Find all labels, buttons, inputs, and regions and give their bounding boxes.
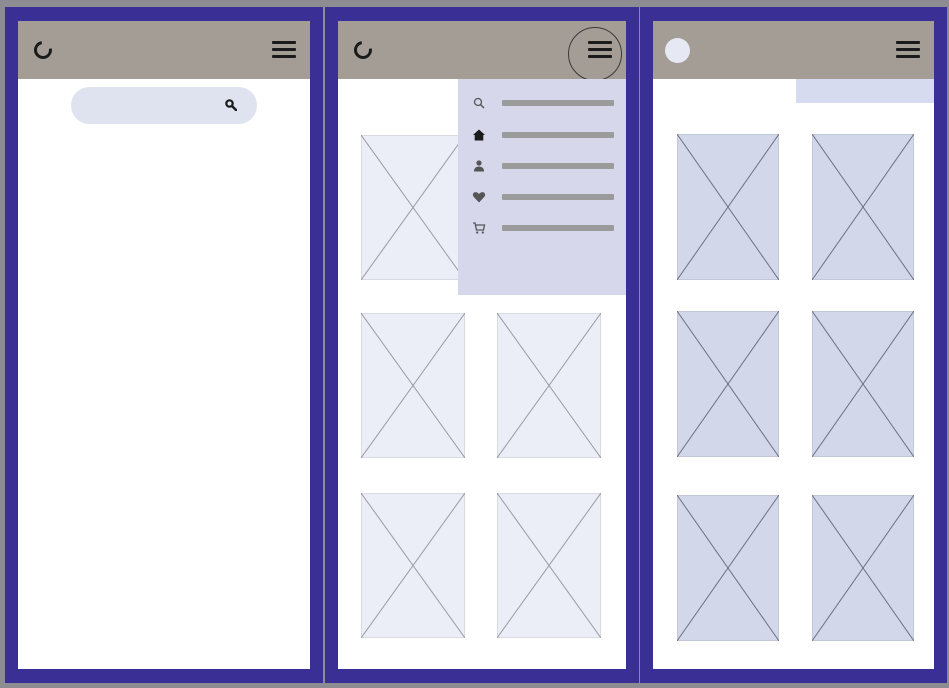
menu-item-cart[interactable]	[472, 221, 616, 235]
heart-icon	[472, 192, 486, 203]
image-placeholder[interactable]	[361, 493, 465, 638]
screen	[338, 21, 626, 669]
image-placeholder[interactable]	[812, 134, 914, 280]
cart-icon	[473, 222, 486, 234]
image-placeholder[interactable]	[812, 495, 914, 641]
home-icon	[473, 129, 485, 141]
hamburger-icon[interactable]	[272, 41, 296, 58]
menu-item-profile[interactable]	[472, 159, 616, 173]
loading-ring-icon[interactable]	[30, 37, 56, 63]
menu-item-label-bar	[502, 163, 614, 169]
search-input[interactable]	[85, 95, 219, 117]
app-header	[338, 21, 626, 81]
image-placeholder[interactable]	[812, 311, 914, 457]
loading-ring-icon[interactable]	[350, 37, 376, 63]
avatar[interactable]	[665, 38, 690, 63]
tab-strip[interactable]	[796, 79, 934, 103]
menu-item-label-bar	[502, 225, 614, 231]
image-placeholder[interactable]	[677, 311, 779, 457]
menu-item-search[interactable]	[472, 96, 616, 110]
search-bar[interactable]	[71, 87, 257, 124]
image-placeholder[interactable]	[677, 134, 779, 280]
menu-item-home[interactable]	[472, 128, 616, 142]
search-icon	[473, 97, 485, 109]
hamburger-icon[interactable]	[588, 41, 612, 58]
menu-item-label-bar	[502, 100, 614, 106]
image-placeholder[interactable]	[497, 313, 601, 458]
menu-item-favorites[interactable]	[472, 190, 616, 204]
hamburger-icon[interactable]	[896, 41, 920, 58]
phone-frame-menu	[325, 7, 639, 683]
image-placeholder[interactable]	[497, 493, 601, 638]
app-header	[18, 21, 310, 79]
image-placeholder[interactable]	[677, 495, 779, 641]
image-placeholder[interactable]	[361, 313, 465, 458]
screen	[653, 21, 934, 669]
user-icon	[474, 160, 484, 172]
image-placeholder[interactable]	[361, 135, 465, 280]
dropdown-menu	[458, 79, 626, 295]
phone-frame-search	[5, 7, 323, 683]
screen	[18, 21, 310, 669]
menu-item-label-bar	[502, 132, 614, 138]
search-icon[interactable]	[225, 99, 237, 111]
phone-frame-grid	[640, 7, 947, 683]
app-header	[653, 21, 934, 79]
menu-item-label-bar	[502, 194, 614, 200]
